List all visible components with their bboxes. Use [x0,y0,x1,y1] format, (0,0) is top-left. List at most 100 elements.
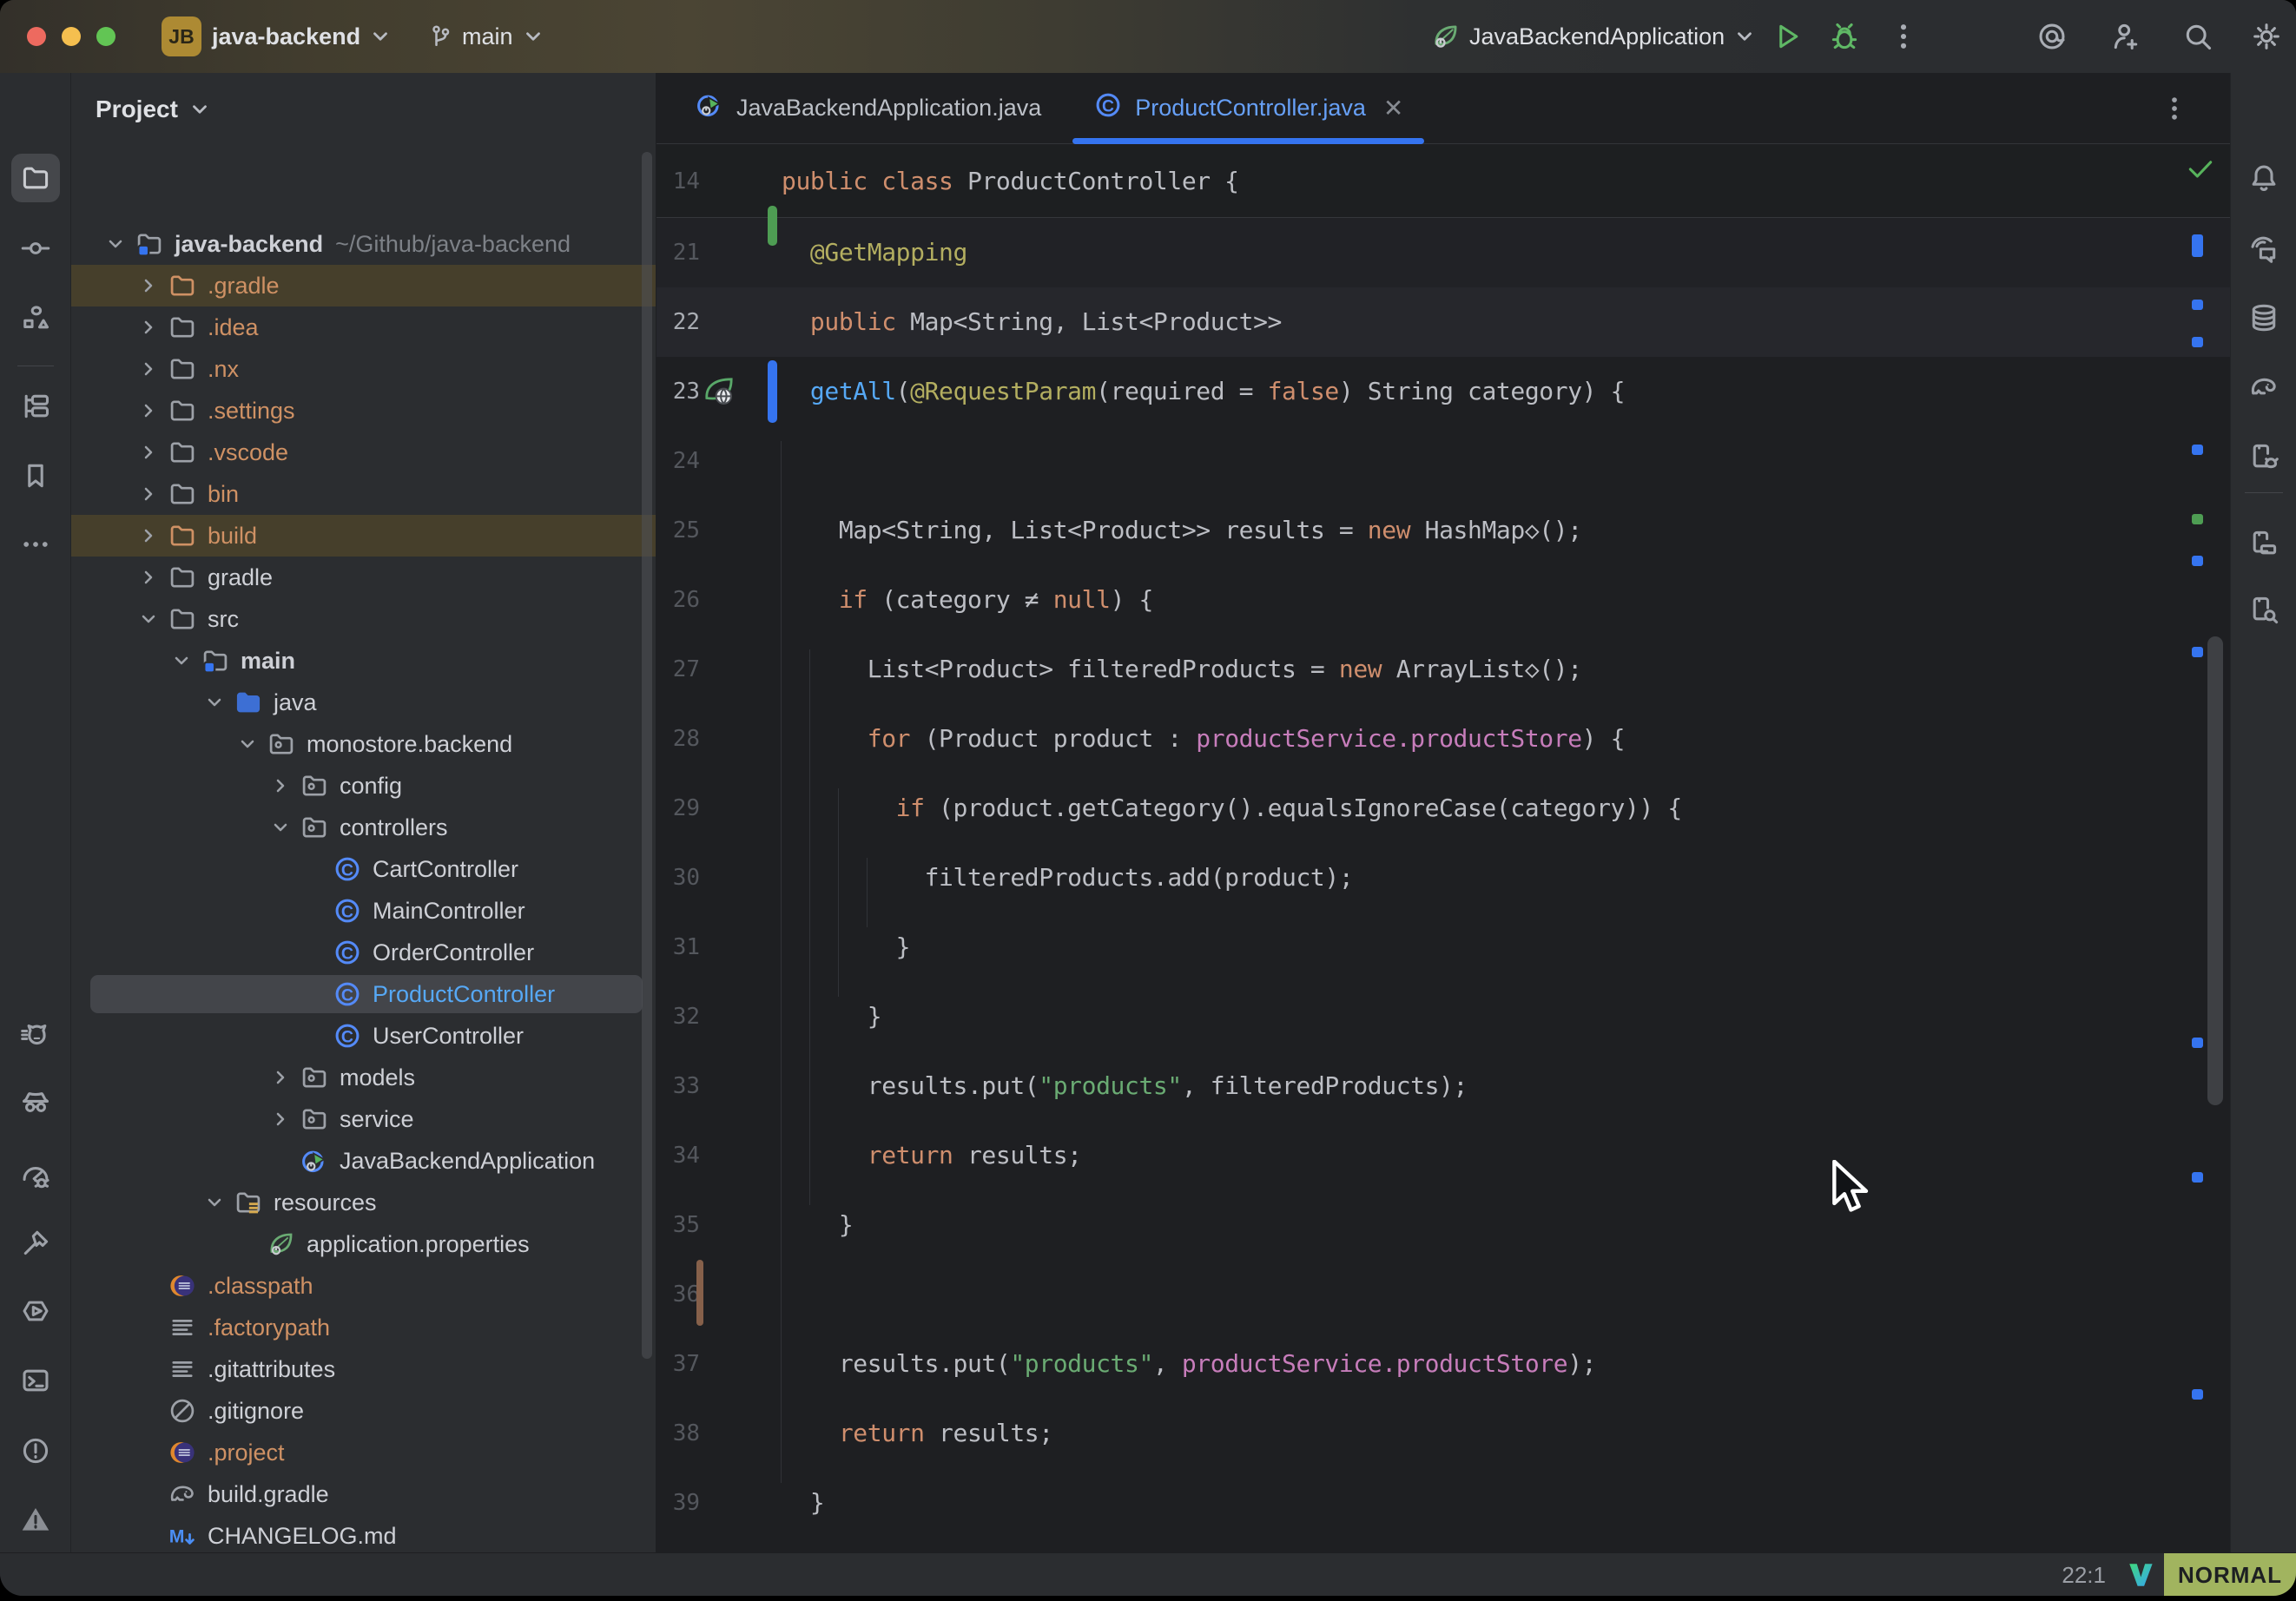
tree-item--project[interactable]: .project [71,1432,656,1473]
tree-item-java-backend[interactable]: java-backend~/Github/java-backend [71,223,656,265]
project-folder-icon[interactable] [20,162,51,194]
database-icon[interactable] [2248,302,2280,333]
device-bug-icon[interactable] [2248,441,2280,472]
code-line-25[interactable]: 25 Map<String, List<Product>> results = … [656,496,2230,565]
chevron-down-icon[interactable] [204,682,230,723]
code-line-34[interactable]: 34 return results; [656,1121,2230,1190]
ideavim-icon[interactable] [2126,1560,2155,1590]
gutter-changed-marker[interactable] [768,360,777,423]
chevron-down-icon[interactable] [138,598,164,640]
bookmarks-icon[interactable] [20,460,51,491]
spring-request-mapping-icon[interactable] [702,374,736,409]
terminal-icon[interactable] [20,1365,51,1396]
code-line-27[interactable]: 27 List<Product> filteredProducts = new … [656,635,2230,704]
tree-item-models[interactable]: models [71,1057,656,1098]
tree-item-gradle[interactable]: gradle [71,557,656,598]
code-line-37[interactable]: 37 results.put("products", productServic… [656,1329,2230,1399]
tree-item-service[interactable]: service [71,1098,656,1140]
tree-item-build[interactable]: build [71,515,656,557]
stripe-mark[interactable] [2192,647,2203,657]
tree-item-usercontroller[interactable]: CUserController [71,1015,656,1057]
ai-assistant-chat-icon[interactable] [2248,233,2280,264]
code-line-29[interactable]: 29 if (product.getCategory().equalsIgnor… [656,774,2230,843]
stripe-mark[interactable] [2192,1389,2203,1400]
chevron-right-icon[interactable] [138,306,164,348]
stripe-mark[interactable] [2192,1172,2203,1183]
close-tab-icon[interactable]: ✕ [1383,94,1403,122]
code-line-36[interactable]: 36 [656,1260,2230,1329]
chevron-down-icon[interactable] [270,807,296,848]
chevron-right-icon[interactable] [270,1098,296,1140]
gutter-modified-marker[interactable] [696,1260,703,1326]
tree-item-src[interactable]: src [71,598,656,640]
code-line-35[interactable]: 35 } [656,1190,2230,1260]
code-line-32[interactable]: 32 } [656,982,2230,1051]
stripe-mark[interactable] [2192,445,2203,455]
vim-mode-badge[interactable]: NORMAL [2164,1553,2296,1596]
tree-item--factorypath[interactable]: .factorypath [71,1307,656,1348]
tree-item-controllers[interactable]: controllers [71,807,656,848]
chevron-right-icon[interactable] [138,390,164,432]
chevron-right-icon[interactable] [138,432,164,473]
chevron-right-icon[interactable] [138,515,164,557]
tree-item--classpath[interactable]: .classpath [71,1265,656,1307]
code-line-39[interactable]: 39 } [656,1468,2230,1538]
warnings-icon[interactable] [20,1504,51,1535]
tree-item-ordercontroller[interactable]: COrderController [71,932,656,973]
run-configuration-selector[interactable]: JavaBackendApplication [1431,0,1756,73]
tree-item-monostore-backend[interactable]: monostore.backend [71,723,656,765]
settings-gear-icon[interactable] [2251,21,2282,52]
branch-selector[interactable]: main [427,0,544,73]
copilot-cat-icon[interactable] [20,1019,51,1051]
stripe-mark[interactable] [2192,1038,2203,1048]
build-hammer-icon[interactable] [20,1227,51,1258]
tree-item-application-properties[interactable]: application.properties [71,1223,656,1265]
chevron-right-icon[interactable] [138,265,164,306]
tree-item-bin[interactable]: bin [71,473,656,515]
chevron-right-icon[interactable] [138,473,164,515]
project-panel-header[interactable]: Project [96,73,211,146]
tree-item-main[interactable]: main [71,640,656,682]
servers-icon[interactable] [20,391,51,422]
tab-options-kebab-icon[interactable] [2159,93,2190,124]
profiler-icon[interactable] [20,1160,51,1191]
minimize-window-button[interactable] [62,27,81,46]
chevron-down-icon[interactable] [237,723,263,765]
code-line-38[interactable]: 38 return results; [656,1399,2230,1468]
tree-item--idea[interactable]: .idea [71,306,656,348]
tree-item--gitignore[interactable]: .gitignore [71,1390,656,1432]
gutter-added-marker[interactable] [768,206,777,246]
chevron-right-icon[interactable] [138,348,164,390]
stripe-mark[interactable] [2192,514,2203,524]
stripe-mark[interactable] [2192,300,2203,310]
code-line-30[interactable]: 30 filteredProducts.add(product); [656,843,2230,913]
stripe-mark[interactable] [2192,556,2203,566]
tree-item-java[interactable]: java [71,682,656,723]
tree-item-maincontroller[interactable]: CMainController [71,890,656,932]
chevron-right-icon[interactable] [138,557,164,598]
add-user-icon[interactable] [2110,21,2141,52]
code-line-31[interactable]: 31 } [656,913,2230,982]
tree-item-config[interactable]: config [71,765,656,807]
chevron-down-icon[interactable] [105,223,131,265]
debug-button[interactable] [1829,21,1860,52]
sticky-code-line[interactable]: 14public class ProductController { [656,145,2230,218]
project-tree-scrollbar[interactable] [642,152,652,1359]
code-line-22[interactable]: 22 public Map<String, List<Product>> [656,287,2230,357]
problems-icon[interactable] [20,1435,51,1466]
caret-position[interactable]: 22:1 [2062,1553,2106,1596]
commit-icon[interactable] [20,233,51,264]
more-tools-icon[interactable] [20,529,51,560]
editor-scrollbar[interactable] [2207,636,2223,1105]
editor[interactable]: JavaBackendApplication.java C ProductCon… [656,73,2230,1552]
stripe-mark[interactable] [2192,234,2203,257]
inspection-ok-icon[interactable] [2185,153,2216,184]
code-line-33[interactable]: 33 results.put("products", filteredProdu… [656,1051,2230,1121]
incognito-icon[interactable] [20,1086,51,1117]
tree-item-build-gradle[interactable]: build.gradle [71,1473,656,1515]
code-line-24[interactable]: 24 [656,426,2230,496]
zoom-window-button[interactable] [96,27,115,46]
tree-item--nx[interactable]: .nx [71,348,656,390]
structure-icon[interactable] [20,302,51,333]
chevron-right-icon[interactable] [270,765,296,807]
